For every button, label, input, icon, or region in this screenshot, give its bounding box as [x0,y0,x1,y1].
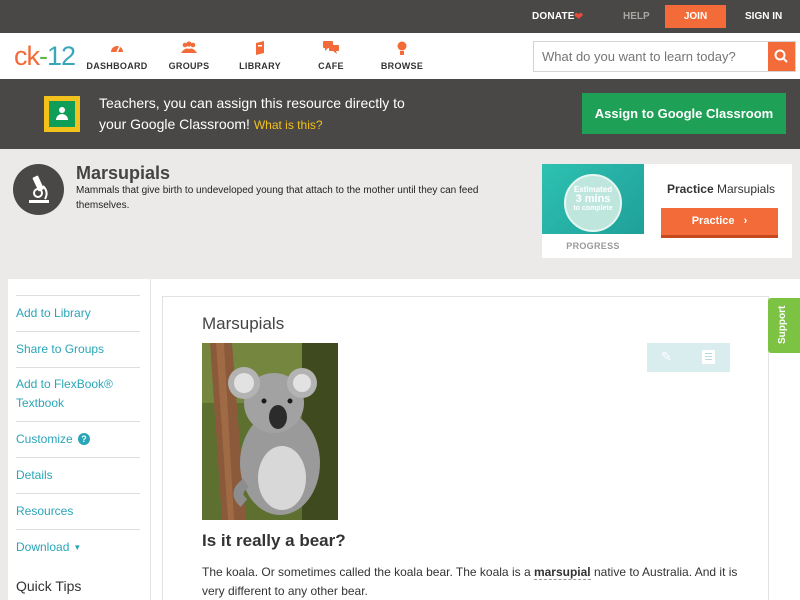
estimated-suffix: to complete [573,205,613,212]
join-button[interactable]: JOIN [665,5,726,28]
logo-twelve: 12 [47,41,76,71]
library-icon [225,41,295,57]
nav-dashboard-label: DASHBOARD [86,61,148,71]
classroom-banner-text: your Google Classroom! [99,116,250,132]
progress-graphic: Estimated 3 mins to complete [542,164,644,234]
nav-groups-label: GROUPS [168,61,210,71]
nav-dashboard[interactable]: DASHBOARD [82,41,152,71]
caret-down-icon: ▼ [73,543,82,552]
practice-topic: Marsupials [717,182,776,196]
progress-label: PROGRESS [566,241,620,251]
lesson-paragraph: The koala. Or sometimes called the koala… [202,563,742,600]
help-question-icon[interactable]: ? [78,433,91,445]
sidebar-item-download[interactable]: Download ▼ [16,529,140,565]
logo-ck: ck [14,41,40,71]
classroom-banner-text-line1: Teachers, you can assign this resource d… [99,95,405,111]
dashboard-icon [82,41,152,57]
sidebar-item-add-to-flexbook[interactable]: Add to FlexBook® Textbook [16,367,140,421]
heart-icon: ❤ [574,11,584,23]
nav-cafe-label: CAFE [318,61,344,71]
help-link[interactable]: HELP [623,11,650,22]
koala-image [202,343,338,520]
sidebar-item-label: Add to FlexBook® [16,377,113,391]
sidebar-item-details[interactable]: Details [16,457,140,493]
nav-browse[interactable]: BROWSE [367,41,437,71]
groups-icon [154,41,224,57]
search-input[interactable] [534,42,769,71]
lesson-title: Marsupials [202,314,285,333]
section-heading: Is it really a bear? [202,531,346,550]
sidebar-item-resources[interactable]: Resources [16,493,140,529]
sidebar-item-label: Download [16,540,70,554]
practice-button-label: Practice [691,215,735,227]
nav-library[interactable]: LIBRARY [225,41,295,71]
estimated-time-badge: Estimated 3 mins to complete [564,174,622,232]
support-tab[interactable]: Support [768,298,800,353]
sidebar-item-label: Share to Groups [16,342,105,356]
search-box [533,41,796,72]
ck12-logo[interactable]: ck-12 [14,41,76,72]
sidebar-item-customize[interactable]: Customize ? [16,421,140,457]
browse-icon [367,41,437,57]
donate-link[interactable]: DONATE [532,11,575,22]
google-classroom-icon [44,96,80,132]
paragraph-text: The koala. Or sometimes called the koala… [202,565,534,579]
practice-title: Practice Marsupials [656,182,786,196]
microscope-icon [13,164,64,215]
cafe-icon [296,41,366,57]
vocab-term-marsupial[interactable]: marsupial [533,565,591,580]
main-nav: ck-12 DASHBOARD GROUPS LIBRARY CAFE BROW… [0,33,800,79]
annotation-toolbar: ✎ [647,343,730,372]
practice-card: Estimated 3 mins to complete PROGRESS Pr… [542,164,792,258]
sidebar-item-add-to-library[interactable]: Add to Library [16,295,140,331]
sidebar-item-label: Add to Library [16,306,91,320]
sidebar-item-share-to-groups[interactable]: Share to Groups [16,331,140,367]
search-icon [774,49,788,63]
sidebar-item-label: Resources [16,504,74,518]
estimated-minutes: 3 mins [575,193,611,205]
pencil-icon[interactable]: ✎ [661,349,672,365]
practice-button[interactable]: Practice › [661,208,778,238]
nav-browse-label: BROWSE [380,61,424,71]
nav-groups[interactable]: GROUPS [154,41,224,71]
what-is-this-link[interactable]: What is this? [254,118,323,132]
sidebar-item-label-line2: Textbook [16,396,65,410]
assign-google-classroom-button[interactable]: Assign to Google Classroom [582,93,786,134]
sidebar-item-label: Details [16,468,53,482]
sidebar-item-label: Customize [16,432,73,446]
nav-cafe[interactable]: CAFE [296,41,366,71]
concept-description: Mammals that give birth to undeveloped y… [76,185,479,211]
chevron-right-icon: › [743,215,748,227]
sidebar: Add to Library Share to Groups Add to Fl… [8,279,150,600]
concept-title: Marsupials [76,163,171,183]
support-tab-label: Support [777,305,788,344]
search-button[interactable] [768,42,795,71]
top-utility-bar: DONATE ❤ HELP JOIN SIGN IN [0,0,800,33]
practice-title-bold: Practice [666,182,714,196]
quick-tips-heading[interactable]: Quick Tips [16,578,81,594]
classroom-banner-text-line2: your Google Classroom! What is this? [99,116,323,132]
nav-library-label: LIBRARY [239,61,281,71]
notes-icon[interactable] [702,350,715,364]
logo-dash: - [39,41,48,71]
sign-in-link[interactable]: SIGN IN [745,11,782,22]
